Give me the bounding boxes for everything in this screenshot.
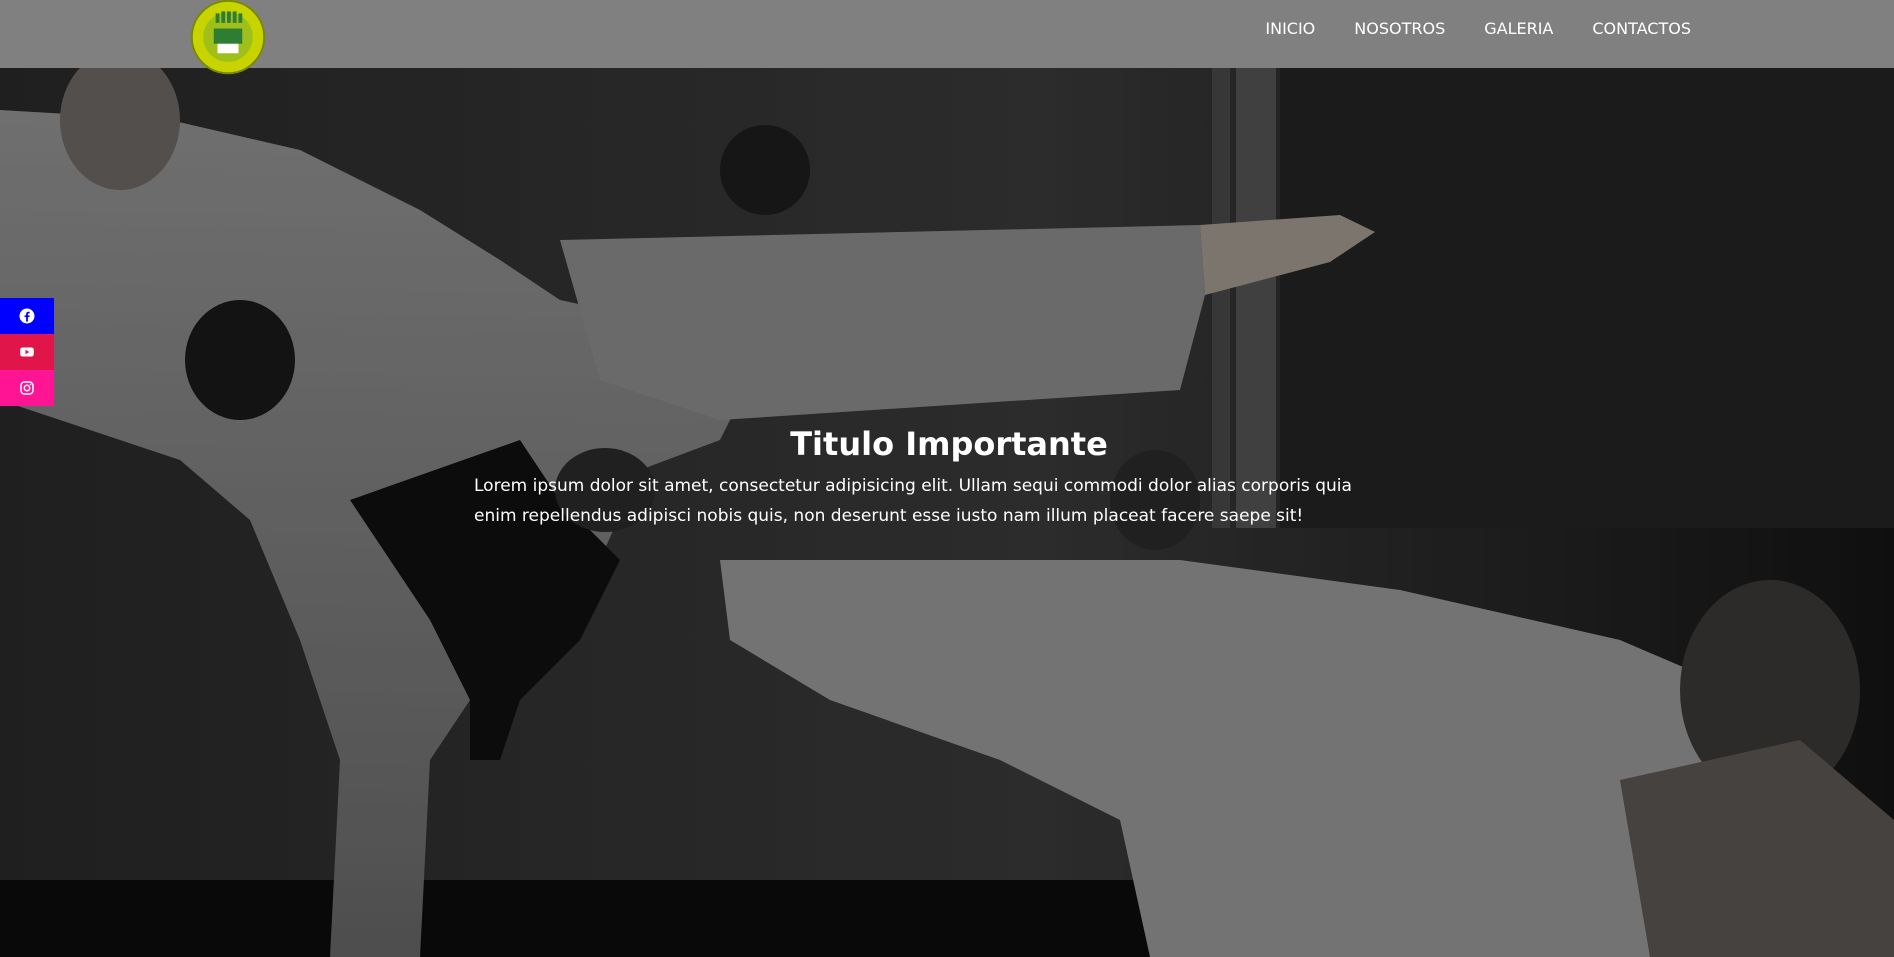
facebook-icon xyxy=(19,308,35,324)
hero-description: Lorem ipsum dolor sit amet, consectetur … xyxy=(474,476,1352,526)
instagram-button[interactable] xyxy=(0,370,54,406)
hero-content: Titulo Importante Lorem ipsum dolor sit … xyxy=(474,425,1374,531)
main-nav: INICIO NOSOTROS GALERIA CONTACTOS xyxy=(1226,0,1691,56)
nav-contactos[interactable]: CONTACTOS xyxy=(1592,19,1691,38)
logo-emblem-icon xyxy=(190,0,266,75)
social-sidebar xyxy=(0,298,54,406)
nav-galeria[interactable]: GALERIA xyxy=(1484,19,1553,38)
nav-inicio[interactable]: INICIO xyxy=(1265,19,1315,38)
nav-nosotros[interactable]: NOSOTROS xyxy=(1354,19,1445,38)
club-logo[interactable] xyxy=(187,0,269,78)
youtube-icon xyxy=(20,347,34,357)
hero-title: Titulo Importante xyxy=(790,425,1108,463)
youtube-button[interactable] xyxy=(0,334,54,370)
facebook-button[interactable] xyxy=(0,298,54,334)
instagram-icon xyxy=(20,381,34,395)
